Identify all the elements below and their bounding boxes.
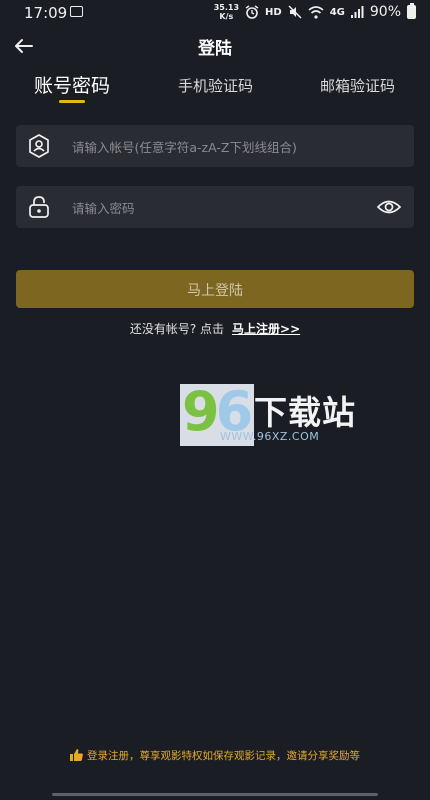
gallery-notification-icon [70,6,83,17]
system-nav-bar [0,790,430,800]
promo-banner: 登录注册，尊享观影特权如保存观影记录，邀请分享奖励等 [0,748,430,763]
tab-email-code[interactable]: 邮箱验证码 [320,75,395,96]
account-input[interactable] [70,125,384,169]
user-shield-icon [29,134,49,158]
nav-home-button[interactable] [160,793,270,796]
promo-text: 登录注册，尊享观影特权如保存观影记录，邀请分享奖励等 [87,750,360,762]
active-tab-indicator [59,100,85,103]
eye-icon[interactable] [376,195,402,219]
status-time: 17:09 [24,4,68,22]
battery-icon [407,3,416,19]
register-prompt: 还没有帐号? 点击 马上注册>> [0,320,430,337]
watermark-url: WWW.96XZ.COM [220,430,320,443]
network-type: 4G [329,6,345,18]
hd-indicator: HD [265,6,282,18]
network-speed: 35.13 K/s [213,3,240,21]
password-field [16,186,414,230]
nav-back-button[interactable] [268,793,378,796]
app-header: 登陆 [0,26,430,66]
mute-icon [288,5,302,19]
status-bar: 17:09 35.13 K/s HD 4G 90% [0,0,430,26]
tab-account-password[interactable]: 账号密码 [34,71,110,98]
tab-phone-code[interactable]: 手机验证码 [178,75,253,96]
status-icons: 35.13 K/s HD 4G 90% [214,3,416,21]
login-button[interactable]: 马上登陆 [16,270,414,308]
thumbs-up-icon [70,749,83,761]
register-link[interactable]: 马上注册>> [232,322,300,336]
password-input[interactable] [70,186,384,230]
lock-icon [29,196,49,218]
account-field [16,125,414,169]
page-title: 登陆 [198,39,232,59]
signal-icon [350,6,364,18]
watermark-brand: 下载站 [254,393,356,432]
alarm-icon [245,5,259,19]
register-prompt-text: 还没有帐号? 点击 [129,322,225,336]
nav-recent-button[interactable] [52,793,162,796]
wifi-icon [308,5,324,19]
watermark-logo: 96 下载站 WWW.96XZ.COM [180,380,355,446]
battery-percent: 90% [369,4,401,20]
